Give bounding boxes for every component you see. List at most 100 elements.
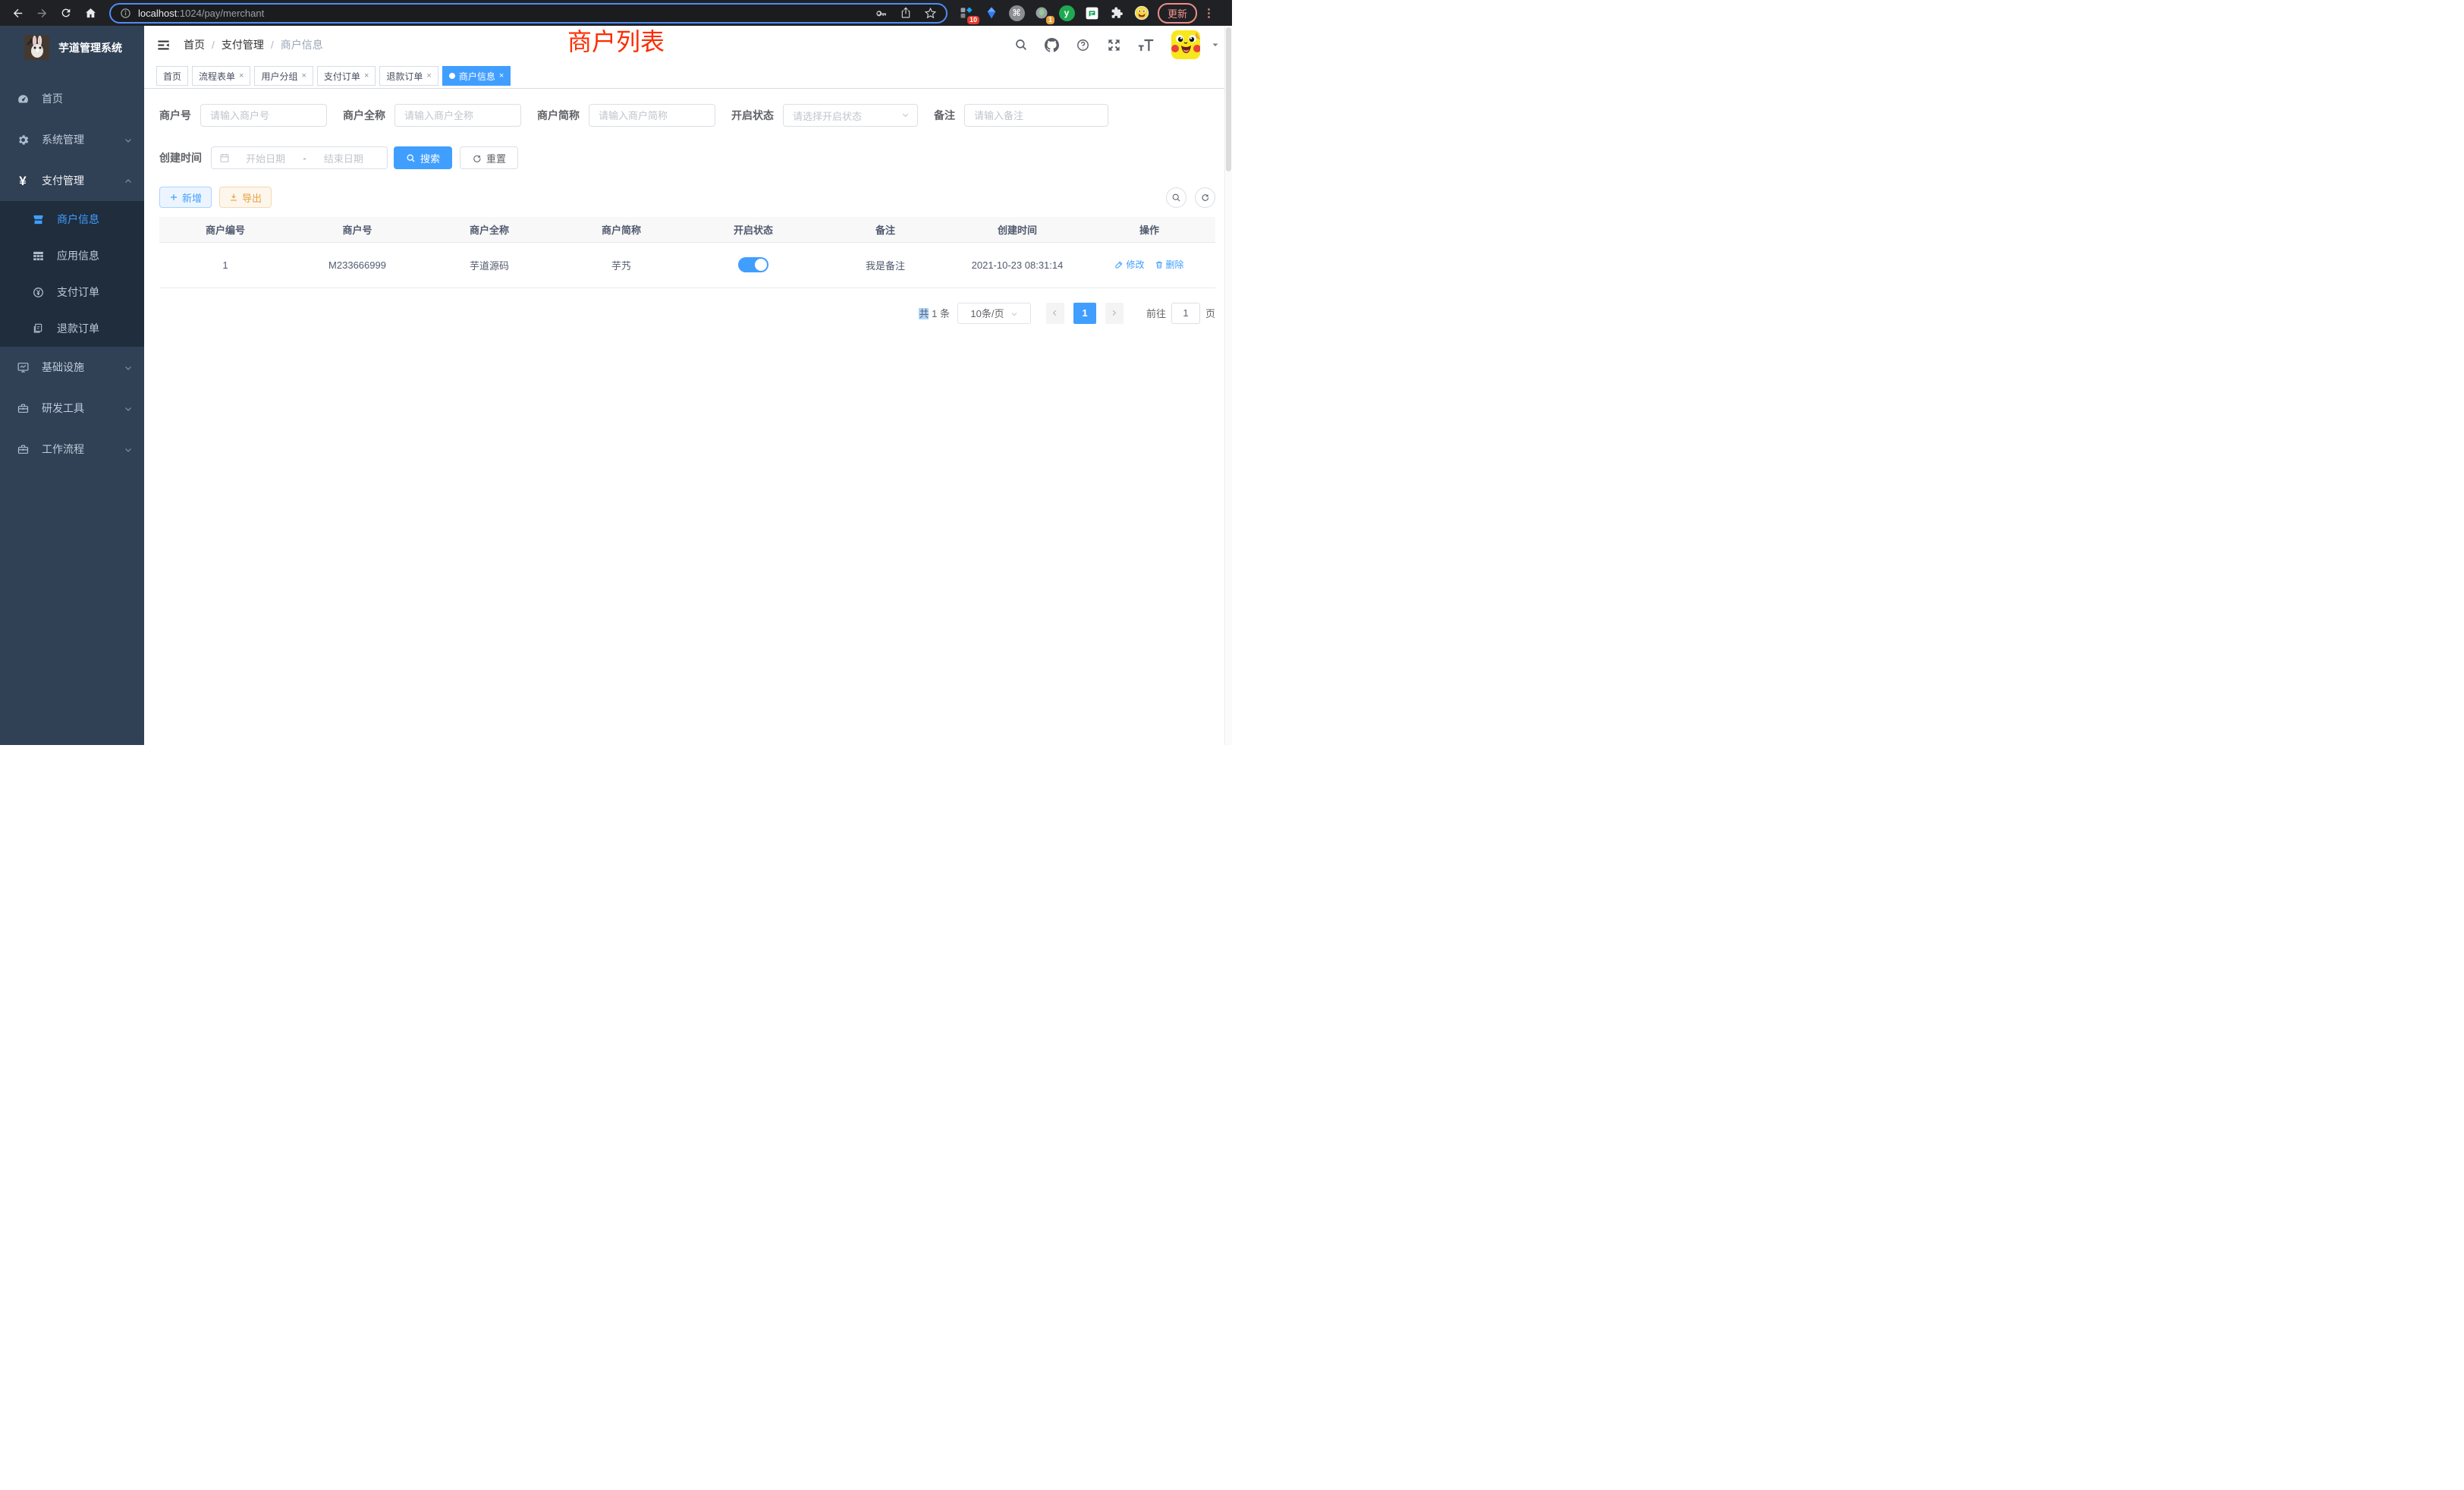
scrollbar-thumb[interactable] [1226,27,1231,171]
status-select[interactable]: 请选择开启状态 [783,104,918,127]
cell-remark: 我是备注 [819,242,951,288]
fold-icon [156,38,171,52]
extension-command-icon[interactable]: ⌘ [1008,5,1025,21]
password-key-icon[interactable] [875,7,888,20]
yen-circle-icon [30,286,46,299]
close-icon[interactable]: × [239,71,244,80]
page-scrollbar[interactable] [1224,26,1232,745]
app-logo [24,35,49,60]
chevron-up-icon [124,174,133,187]
navbar-actions [1014,30,1220,59]
bookmark-star-icon[interactable] [924,7,937,20]
help-button[interactable] [1076,38,1090,52]
sidebar-fold-button[interactable] [156,38,171,52]
sidebar-item-system[interactable]: 系统管理 [0,119,144,160]
search-button[interactable]: 搜索 [394,146,452,169]
browser-profile-avatar[interactable] [1133,5,1150,21]
extension-y-icon[interactable]: y [1058,5,1075,21]
back-button[interactable] [8,3,27,23]
close-icon[interactable]: × [364,71,369,80]
next-page-button[interactable] [1105,303,1124,324]
sidebar-item-infrastructure[interactable]: 基础设施 [0,347,144,388]
create-time-range-picker[interactable]: 开始日期 - 结束日期 [211,146,388,169]
calendar-icon [219,151,230,165]
store-icon [30,213,46,226]
page-annotation: 商户列表 [567,28,665,55]
close-icon[interactable]: × [499,71,504,80]
sidebar-item-label: 首页 [42,91,63,106]
tab-home[interactable]: 首页 [156,66,188,86]
sidebar-item-refund-order[interactable]: 退款订单 [0,310,144,347]
chevron-down-icon [1010,307,1018,319]
extension-blocks-icon[interactable]: 10 [958,5,975,21]
export-button[interactable]: 导出 [219,187,272,208]
short-name-input[interactable] [589,104,715,127]
status-toggle[interactable] [738,257,768,272]
reload-button[interactable] [56,3,76,23]
table-header-row: 商户编号 商户号 商户全称 商户简称 开启状态 备注 创建时间 操作 [159,217,1215,242]
sidebar-item-workflow[interactable]: 工作流程 [0,429,144,470]
tab-process-form[interactable]: 流程表单× [192,66,250,86]
active-dot [449,73,455,79]
breadcrumb-home[interactable]: 首页 [184,37,205,52]
tab-merchant-info[interactable]: 商户信息× [442,66,511,86]
browser-menu-icon[interactable]: ⋮ [1203,6,1215,20]
site-info-icon[interactable] [120,8,131,19]
delete-link[interactable]: 删除 [1155,258,1184,271]
tab-user-group[interactable]: 用户分组× [254,66,313,86]
chevron-down-icon [124,134,133,146]
fullscreen-button[interactable] [1107,38,1121,52]
page-1-button[interactable]: 1 [1073,303,1096,324]
toggle-search-button[interactable] [1166,187,1186,208]
prev-page-button[interactable] [1046,303,1064,324]
sidebar-item-merchant-info[interactable]: 商户信息 [0,201,144,237]
user-avatar[interactable] [1171,30,1200,59]
font-size-button[interactable] [1138,38,1155,52]
main-area: 首页 / 支付管理 / 商户信息 [144,26,1232,745]
page-size-select[interactable]: 10条/页 [957,303,1031,324]
sidebar-item-home[interactable]: 首页 [0,78,144,119]
address-bar[interactable]: localhost:1024/pay/merchant [109,3,948,24]
date-start-placeholder: 开始日期 [230,151,301,165]
forward-button[interactable] [32,3,52,23]
avatar-caret-icon[interactable] [1211,38,1220,52]
sidebar-item-pay-order[interactable]: 支付订单 [0,274,144,310]
cell-short-name: 芋艿 [555,242,687,288]
refresh-table-button[interactable] [1195,187,1215,208]
app-title: 芋道管理系统 [58,40,122,55]
extensions-puzzle-icon[interactable] [1108,5,1125,21]
gear-icon [14,134,31,146]
full-name-input[interactable] [394,104,521,127]
remark-label: 备注 [934,108,964,123]
browser-update-button[interactable]: 更新 [1158,3,1197,24]
close-icon[interactable]: × [426,71,431,80]
github-link[interactable] [1045,38,1059,52]
add-button[interactable]: 新增 [159,187,212,208]
extension-gem-icon[interactable] [983,5,1000,21]
merchant-no-input[interactable] [200,104,327,127]
close-icon[interactable]: × [301,71,306,80]
extension-profile-icon[interactable]: 1 [1033,5,1050,21]
fullscreen-icon [1107,38,1121,52]
sidebar-item-dev-tools[interactable]: 研发工具 [0,388,144,429]
reset-button[interactable]: 重置 [460,146,518,169]
refresh-icon [472,153,482,163]
extension-chat-icon[interactable] [1083,5,1100,21]
sidebar-item-pay[interactable]: ¥ 支付管理 [0,160,144,201]
remark-input[interactable] [964,104,1108,127]
col-merchant-no: 商户号 [291,217,423,242]
tab-refund-order[interactable]: 退款订单× [379,66,438,86]
sidebar-item-app-info[interactable]: 应用信息 [0,237,144,274]
app-logo-row[interactable]: 芋道管理系统 [0,26,144,69]
header-search-button[interactable] [1014,38,1028,52]
home-button[interactable] [80,3,100,23]
edit-link[interactable]: 修改 [1114,258,1144,271]
tab-bar: 首页 流程表单× 用户分组× 支付订单× 退款订单× 商户信息× [144,64,1232,89]
share-icon[interactable] [900,7,912,19]
page-unit-label: 页 [1205,306,1215,320]
tab-pay-order[interactable]: 支付订单× [317,66,376,86]
goto-page-input[interactable] [1171,303,1200,324]
breadcrumb-pay[interactable]: 支付管理 [222,37,264,52]
col-short-name: 商户简称 [555,217,687,242]
delete-icon [1155,260,1164,269]
